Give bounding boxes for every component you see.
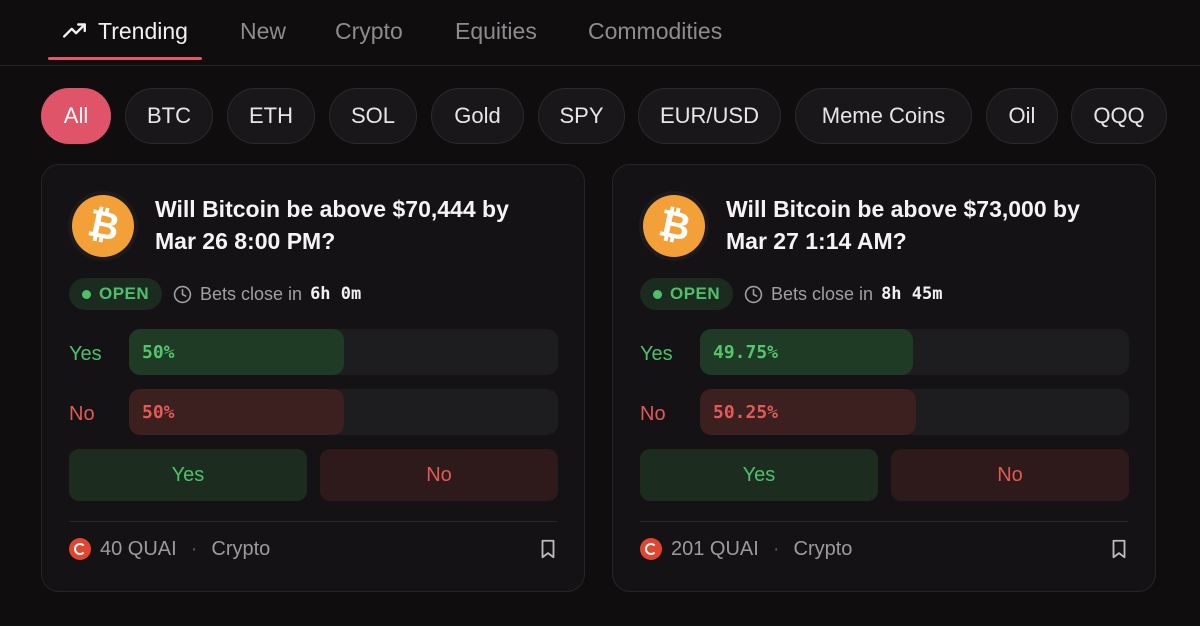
card-footer: 40 QUAI · Crypto bbox=[69, 533, 270, 565]
status-dot-icon bbox=[653, 289, 662, 299]
trending-up-icon bbox=[62, 23, 86, 38]
clock-icon bbox=[173, 285, 192, 303]
bookmark-icon[interactable] bbox=[1108, 537, 1130, 561]
status-dot-icon bbox=[82, 289, 91, 299]
no-row-label: No bbox=[640, 403, 666, 425]
no-percentage: 50% bbox=[142, 401, 175, 423]
tab-label: Crypto bbox=[335, 17, 403, 44]
tab-crypto[interactable]: Crypto bbox=[335, 0, 403, 62]
bets-close-info: Bets close in 8h 45m bbox=[744, 278, 942, 310]
divider bbox=[69, 521, 557, 522]
filter-chip-all[interactable]: All bbox=[41, 88, 111, 144]
category-label: Crypto bbox=[211, 537, 271, 560]
status-badge: OPEN bbox=[69, 278, 163, 310]
clock-icon bbox=[744, 285, 763, 303]
bet-yes-button[interactable]: Yes bbox=[640, 449, 878, 501]
filter-chip-gold[interactable]: Gold bbox=[431, 88, 524, 144]
filter-chip-sol[interactable]: SOL bbox=[329, 88, 417, 144]
separator-dot: · bbox=[772, 537, 780, 560]
yes-probability-fill: 49.75% bbox=[700, 329, 914, 375]
pool-amount: 201 QUAI bbox=[671, 537, 759, 560]
separator-dot: · bbox=[190, 537, 198, 560]
filter-chip-eth[interactable]: ETH bbox=[227, 88, 315, 144]
tab-trending[interactable]: Trending bbox=[48, 0, 202, 62]
market-card[interactable]: ₿ Will Bitcoin be above $73,000 by Mar 2… bbox=[612, 164, 1156, 592]
tab-label: New bbox=[240, 17, 287, 44]
top-tab-bar: Trending New Crypto Equities Commodities bbox=[0, 0, 1200, 66]
bet-yes-button[interactable]: Yes bbox=[69, 449, 307, 501]
bets-close-time: 8h 45m bbox=[881, 284, 943, 304]
filter-chip-spy[interactable]: SPY bbox=[538, 88, 625, 144]
bets-close-label: Bets close in bbox=[771, 283, 874, 304]
tab-equities[interactable]: Equities bbox=[455, 0, 537, 62]
yes-row-label: Yes bbox=[640, 343, 673, 365]
no-probability-fill: 50% bbox=[129, 389, 344, 435]
tab-commodities[interactable]: Commodities bbox=[588, 0, 722, 62]
card-footer: 201 QUAI · Crypto bbox=[640, 533, 852, 565]
market-card[interactable]: ₿ Will Bitcoin be above $70,444 by Mar 2… bbox=[41, 164, 585, 592]
yes-probability-bar: 50% bbox=[129, 329, 558, 375]
bets-close-label: Bets close in bbox=[200, 283, 303, 304]
filter-chip-qqq[interactable]: QQQ bbox=[1071, 88, 1167, 144]
bookmark-icon[interactable] bbox=[537, 537, 559, 561]
tab-label: Equities bbox=[455, 17, 537, 44]
status-text: OPEN bbox=[99, 284, 150, 303]
quai-icon bbox=[640, 538, 662, 560]
filter-chip-eur-usd[interactable]: EUR/USD bbox=[638, 88, 781, 144]
filter-chip-meme-coins[interactable]: Meme Coins bbox=[795, 88, 972, 144]
filter-chip-btc[interactable]: BTC bbox=[125, 88, 213, 144]
filter-chip-oil[interactable]: Oil bbox=[986, 88, 1058, 144]
yes-probability-fill: 50% bbox=[129, 329, 344, 375]
bet-no-button[interactable]: No bbox=[320, 449, 558, 501]
pool-amount: 40 QUAI bbox=[100, 537, 177, 560]
status-badge: OPEN bbox=[640, 278, 734, 310]
bets-close-time: 6h 0m bbox=[310, 284, 362, 304]
quai-icon bbox=[69, 538, 91, 560]
yes-percentage: 50% bbox=[142, 341, 175, 363]
status-text: OPEN bbox=[670, 284, 721, 303]
yes-row-label: Yes bbox=[69, 343, 102, 365]
tab-new[interactable]: New bbox=[240, 0, 286, 62]
yes-percentage: 49.75% bbox=[713, 341, 779, 363]
bitcoin-icon: ₿ bbox=[643, 195, 705, 257]
no-probability-bar: 50.25% bbox=[700, 389, 1129, 435]
tab-label: Commodities bbox=[588, 17, 723, 44]
market-question: Will Bitcoin be above $73,000 by Mar 27 … bbox=[726, 196, 1080, 254]
category-label: Crypto bbox=[793, 537, 853, 560]
tab-label: Trending bbox=[98, 17, 188, 44]
bet-no-button[interactable]: No bbox=[891, 449, 1129, 501]
no-probability-fill: 50.25% bbox=[700, 389, 916, 435]
no-percentage: 50.25% bbox=[713, 401, 779, 423]
yes-probability-bar: 49.75% bbox=[700, 329, 1129, 375]
market-question: Will Bitcoin be above $70,444 by Mar 26 … bbox=[155, 196, 509, 254]
no-row-label: No bbox=[69, 403, 95, 425]
bitcoin-icon: ₿ bbox=[72, 195, 134, 257]
bets-close-info: Bets close in 6h 0m bbox=[173, 278, 361, 310]
no-probability-bar: 50% bbox=[129, 389, 558, 435]
divider bbox=[640, 521, 1128, 522]
